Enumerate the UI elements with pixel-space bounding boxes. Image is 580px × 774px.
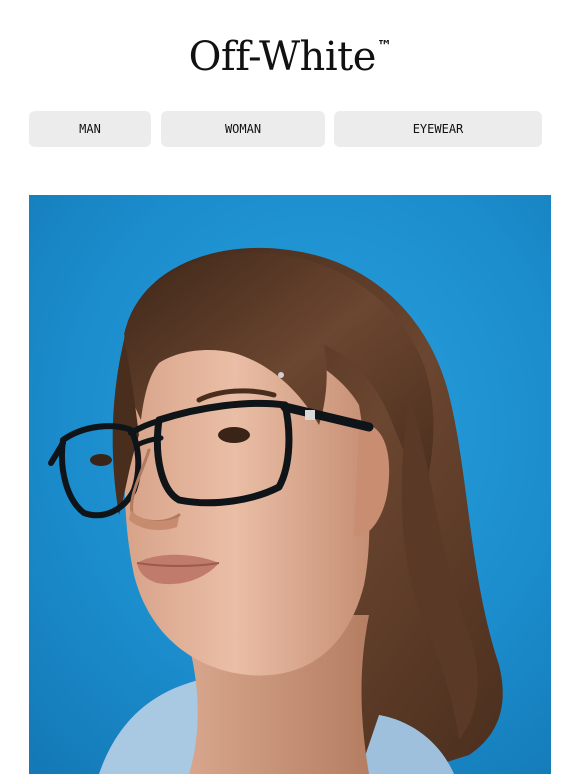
nav-label: WOMAN xyxy=(224,122,262,136)
email-header: Off-White ™ xyxy=(0,0,580,100)
nav-button-eyewear[interactable]: EYEWEAR xyxy=(334,111,542,147)
nav-button-man[interactable]: MAN xyxy=(29,111,151,147)
brand-logo[interactable]: Off-White ™ xyxy=(189,37,392,77)
nav-button-woman[interactable]: WOMAN xyxy=(161,111,325,147)
face xyxy=(124,329,370,676)
trademark-symbol: ™ xyxy=(376,37,392,55)
brand-name: Off-White xyxy=(188,34,377,80)
portrait-photo xyxy=(29,195,551,774)
left-eye xyxy=(90,454,112,466)
nav-label: MAN xyxy=(79,122,101,136)
nav-label: EYEWEAR xyxy=(412,122,464,136)
hero-image[interactable] xyxy=(29,195,551,774)
earring xyxy=(278,372,284,378)
glasses-logo xyxy=(305,410,315,420)
right-eye xyxy=(218,427,250,443)
